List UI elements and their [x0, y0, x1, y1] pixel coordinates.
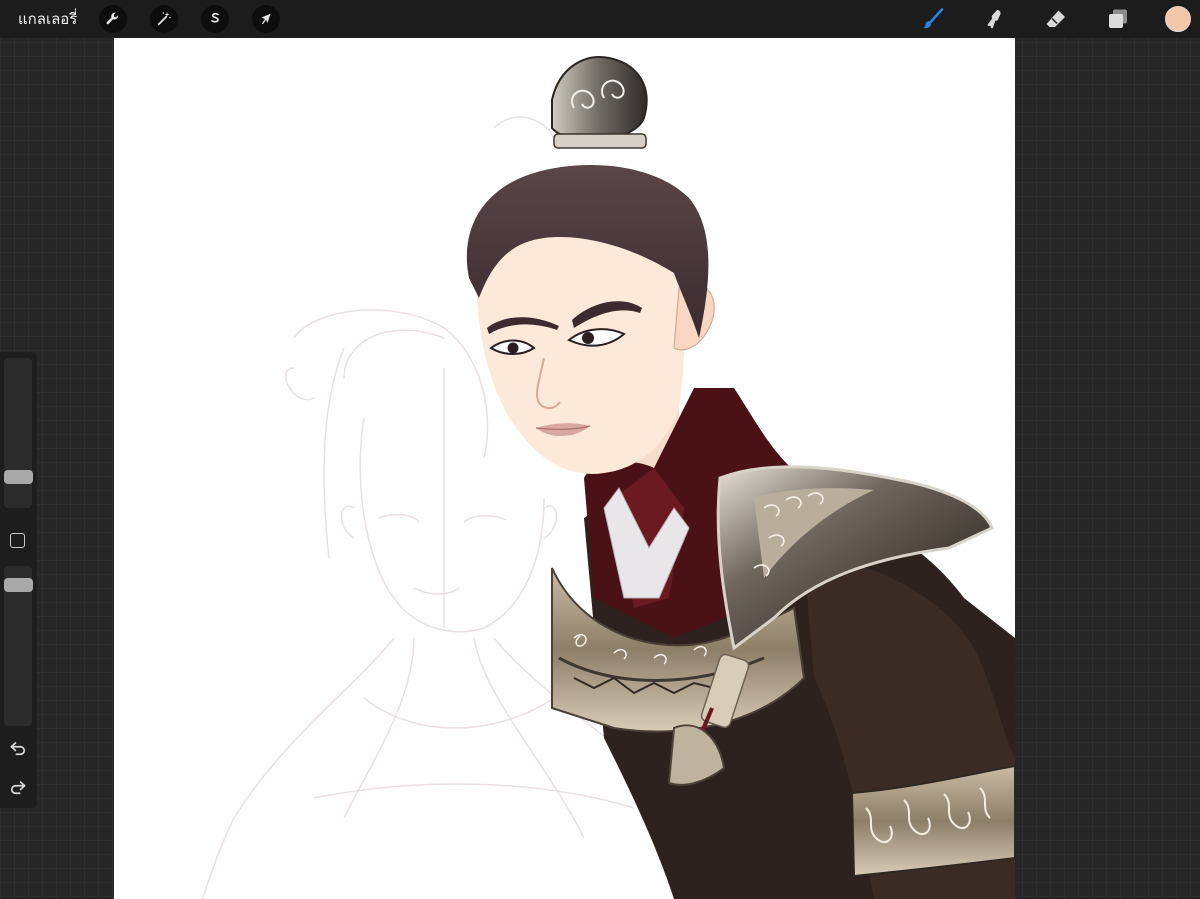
wrench-icon [106, 12, 119, 25]
hair-crown [551, 56, 648, 142]
layers-icon [1109, 9, 1127, 28]
gallery-button[interactable]: แกลเลอรี่ [18, 8, 77, 30]
brush-size-thumb[interactable] [4, 469, 33, 484]
actions-button[interactable] [99, 5, 127, 33]
redo-icon[interactable] [8, 777, 28, 797]
eraser-icon [1046, 10, 1065, 27]
brush-tool-button[interactable] [919, 5, 947, 33]
color-picker-swatch[interactable] [1165, 6, 1191, 32]
layers-button[interactable] [1104, 5, 1132, 33]
left-sidebar [0, 352, 37, 808]
adjustments-button[interactable] [150, 5, 178, 33]
brush-size-slider[interactable] [4, 358, 32, 508]
artwork-illustration [201, 56, 1015, 899]
transform-button[interactable] [252, 5, 280, 33]
arrow-cursor-icon [261, 13, 271, 25]
opacity-thumb[interactable] [4, 577, 33, 592]
top-toolbar: แกลเลอรี่ [0, 0, 1200, 38]
modify-button[interactable] [10, 533, 25, 548]
brush-icon [923, 8, 944, 29]
magic-wand-icon [157, 12, 171, 26]
selection-button[interactable] [201, 5, 229, 33]
smudge-icon [987, 10, 1001, 29]
procreate-app: แกลเลอรี่ [0, 0, 1200, 899]
undo-icon[interactable] [8, 738, 28, 758]
selection-s-icon [211, 12, 219, 23]
smudge-tool-button[interactable] [980, 5, 1008, 33]
eraser-tool-button[interactable] [1042, 5, 1070, 33]
drawing-canvas[interactable] [114, 38, 1015, 899]
